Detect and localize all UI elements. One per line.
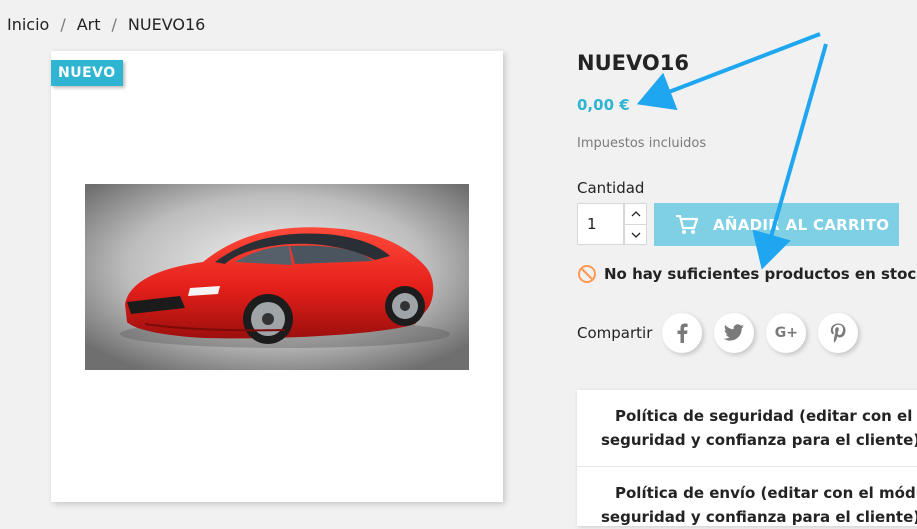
stock-warning-text: No hay suficientes productos en stock — [604, 265, 917, 283]
quantity-increase-button[interactable] — [625, 204, 646, 224]
google-plus-icon: G+ — [774, 325, 798, 341]
twitter-share-button[interactable] — [714, 313, 755, 353]
breadcrumb: Inicio / Art / NUEVO16 — [7, 15, 205, 34]
pinterest-icon — [831, 323, 846, 343]
add-to-cart-button[interactable]: AÑADIR AL CARRITO — [654, 203, 899, 246]
breadcrumb-separator: / — [60, 15, 66, 34]
breadcrumb-home-link[interactable]: Inicio — [7, 15, 49, 34]
security-policy-item: Política de seguridad (editar con el mó … — [577, 390, 917, 466]
facebook-icon — [677, 323, 688, 343]
twitter-icon — [724, 324, 745, 341]
chevron-down-icon — [631, 232, 640, 238]
stock-warning: No hay suficientes productos en stock — [577, 264, 917, 284]
reassurance-block: Política de seguridad (editar con el mó … — [577, 390, 917, 526]
car-photo[interactable] — [85, 184, 469, 370]
security-policy-text-line1: Política de seguridad (editar con el mó — [615, 407, 917, 425]
quantity-stepper — [624, 203, 647, 245]
tax-included-label: Impuestos incluidos — [577, 136, 707, 151]
breadcrumb-category-link[interactable]: Art — [77, 15, 101, 34]
breadcrumb-separator: / — [111, 15, 117, 34]
product-price: 0,00 € — [577, 96, 630, 114]
breadcrumb-current: NUEVO16 — [127, 15, 206, 34]
security-policy-text-line2: seguridad y confianza para el cliente) — [601, 431, 917, 449]
facebook-share-button[interactable] — [662, 313, 703, 353]
shipping-policy-item: Política de envío (editar con el módulo … — [577, 466, 917, 526]
google-plus-share-button[interactable]: G+ — [766, 313, 807, 353]
add-to-cart-label: AÑADIR AL CARRITO — [713, 215, 890, 234]
new-badge: NUEVO — [51, 60, 123, 86]
shipping-policy-text-line2: seguridad y confianza para el cliente) — [601, 508, 917, 526]
share-label: Compartir — [577, 324, 653, 342]
pinterest-share-button[interactable] — [818, 313, 859, 353]
social-share: Compartir G+ — [577, 313, 870, 353]
quantity-input[interactable] — [577, 203, 624, 245]
shipping-policy-text-line1: Política de envío (editar con el módulo — [615, 484, 917, 502]
product-title: NUEVO16 — [577, 51, 689, 75]
quantity-decrease-button[interactable] — [625, 224, 646, 245]
chevron-up-icon — [631, 211, 640, 217]
shopping-cart-icon — [676, 214, 698, 234]
product-image-card[interactable]: NUEVO — [51, 51, 503, 502]
block-icon — [578, 265, 596, 283]
quantity-label: Cantidad — [577, 179, 645, 197]
